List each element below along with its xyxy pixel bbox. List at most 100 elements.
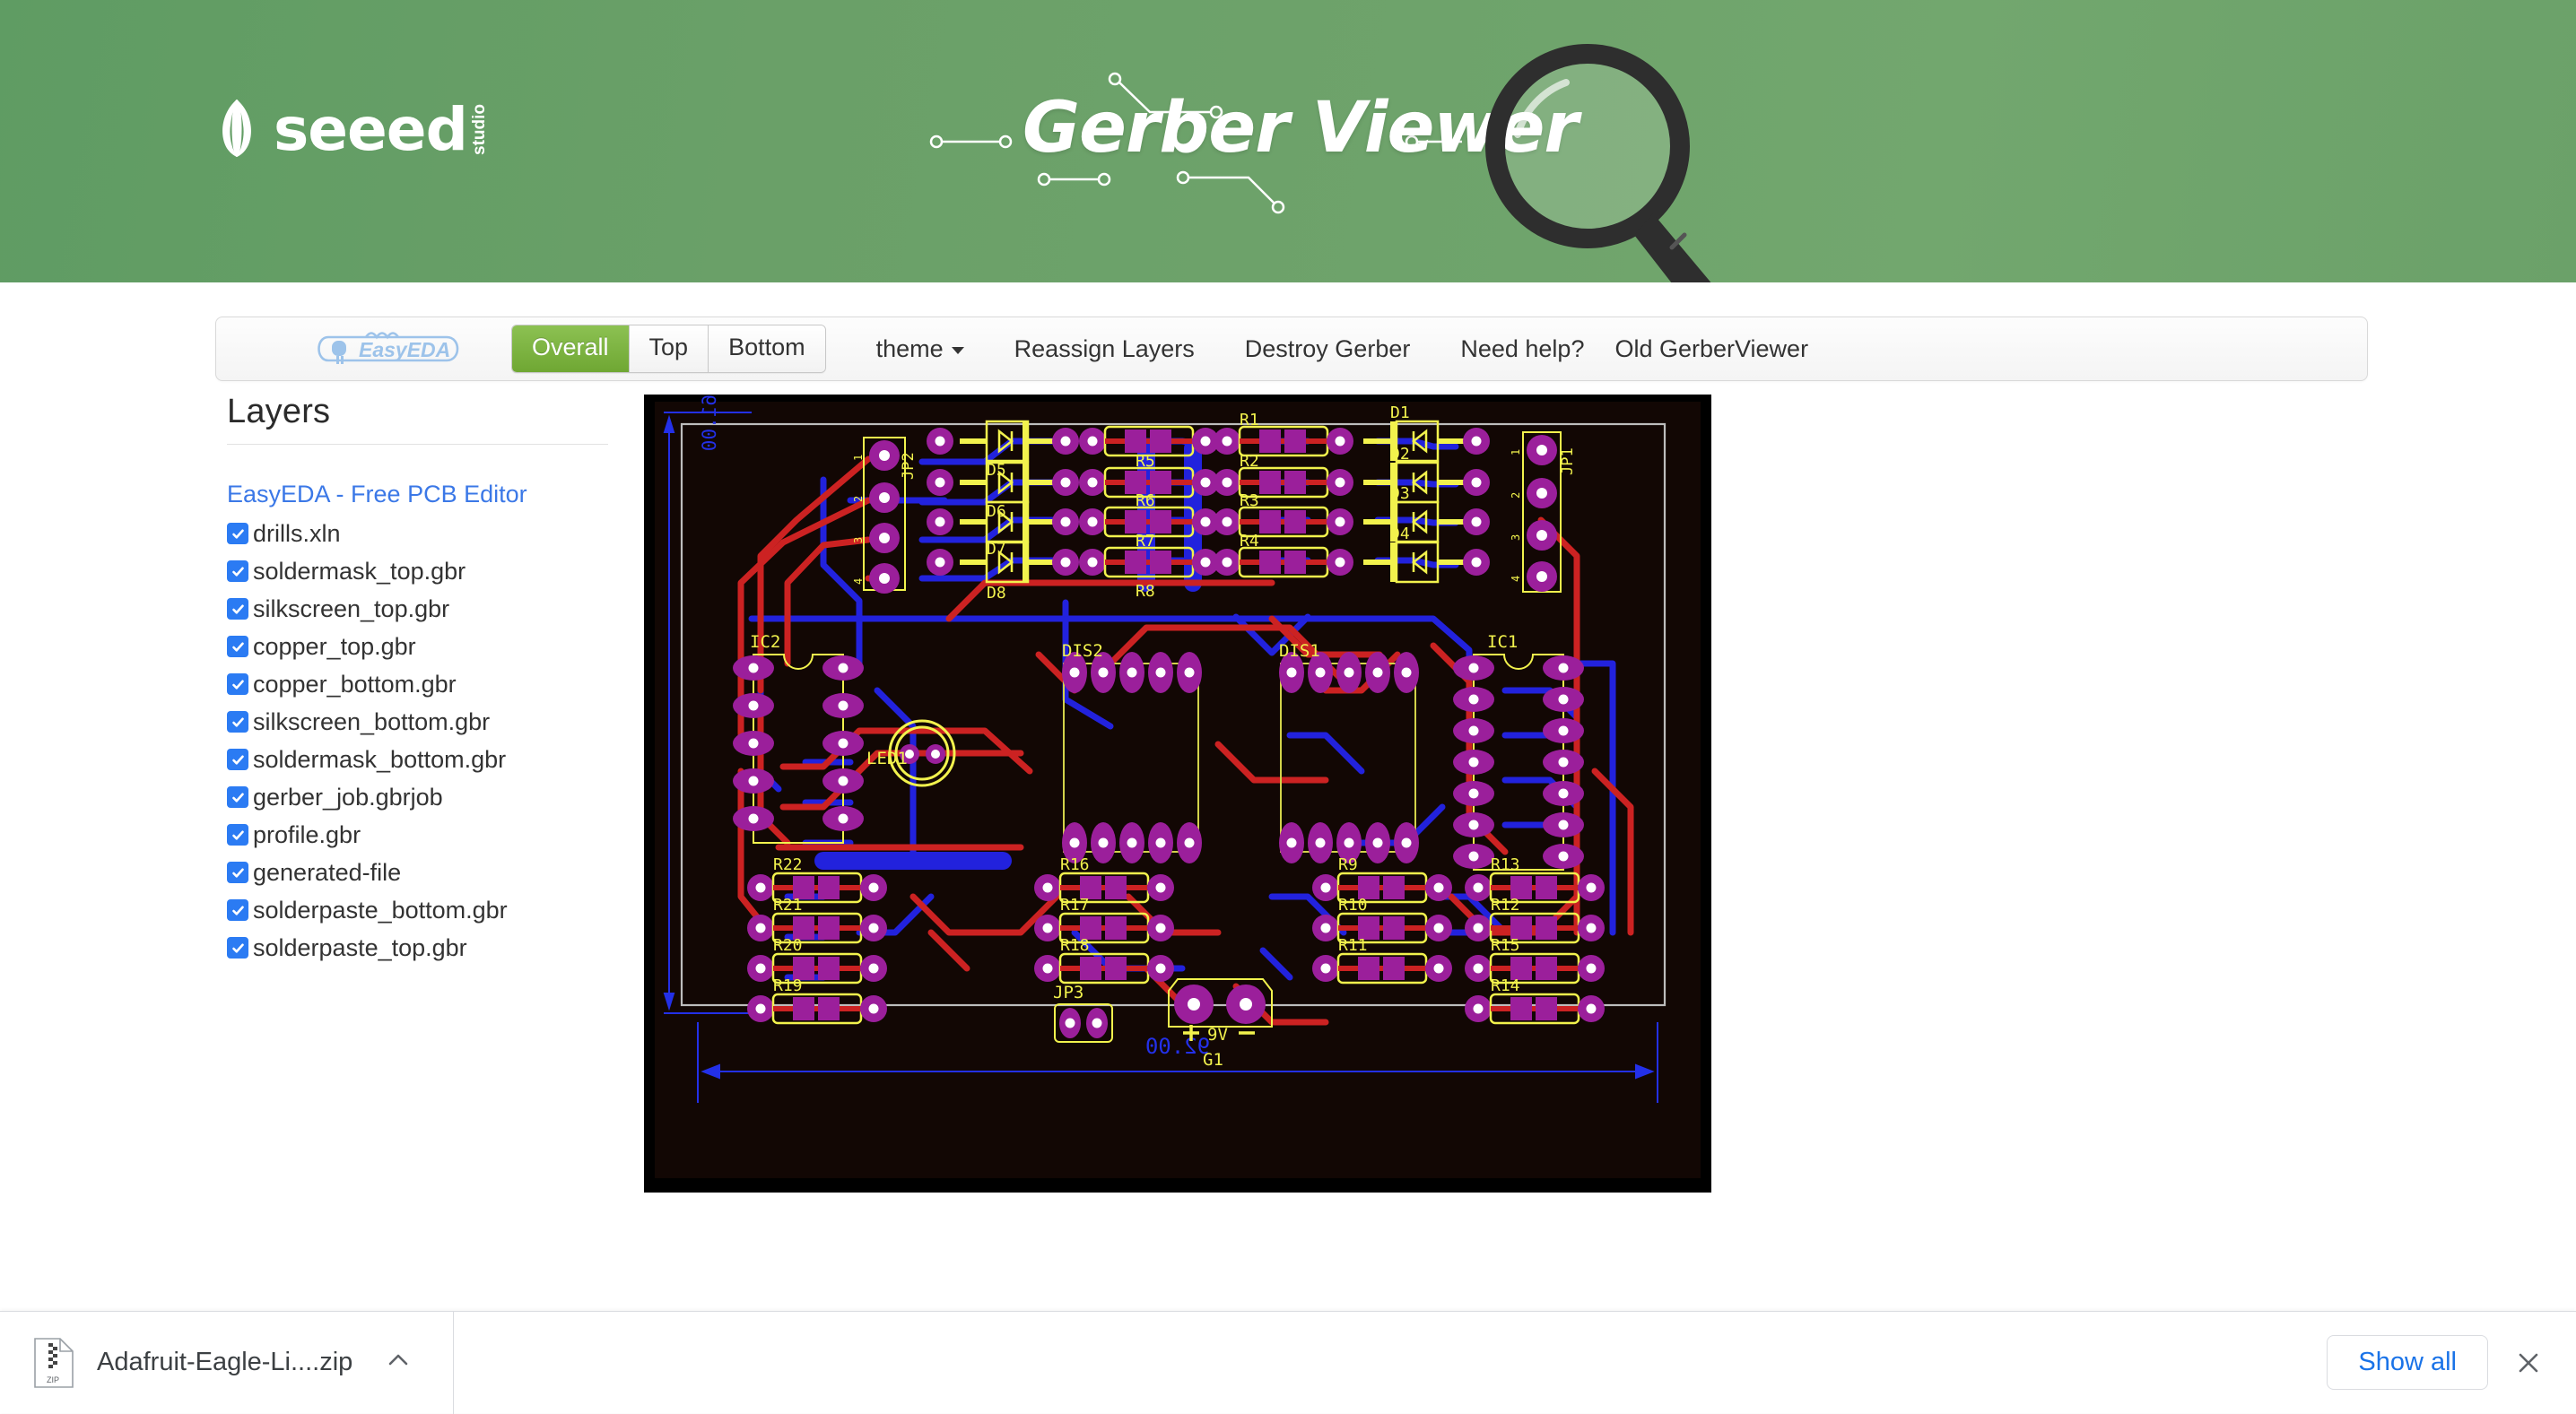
easyeda-logo[interactable]: EasyEDA bbox=[312, 328, 465, 369]
svg-text:3: 3 bbox=[852, 537, 865, 543]
layer-row[interactable]: soldermask_top.gbr bbox=[227, 553, 608, 589]
layer-row[interactable]: silkscreen_top.gbr bbox=[227, 591, 608, 627]
seeed-leaf-icon bbox=[213, 98, 261, 159]
layers-heading: Layers bbox=[227, 393, 608, 444]
svg-text:EasyEDA: EasyEDA bbox=[359, 338, 450, 361]
layer-checkbox[interactable] bbox=[227, 937, 248, 959]
page-banner: seeed studio Gerber Viewer bbox=[0, 0, 2576, 282]
svg-text:DIS1: DIS1 bbox=[1279, 641, 1320, 661]
layer-row[interactable]: gerber_job.gbrjob bbox=[227, 779, 608, 815]
svg-text:DIS2: DIS2 bbox=[1062, 641, 1103, 661]
layer-checkbox[interactable] bbox=[227, 824, 248, 846]
layer-row[interactable]: silkscreen_bottom.gbr bbox=[227, 704, 608, 740]
layer-checkbox[interactable] bbox=[227, 899, 248, 921]
layer-row[interactable]: drills.xln bbox=[227, 516, 608, 551]
zip-file-icon: ZIP bbox=[32, 1338, 74, 1388]
svg-text:JP3: JP3 bbox=[1053, 983, 1083, 1002]
view-mode-overall[interactable]: Overall bbox=[512, 325, 630, 371]
svg-text:IC1: IC1 bbox=[1487, 632, 1518, 652]
layer-checkbox[interactable] bbox=[227, 862, 248, 883]
layer-row[interactable]: profile.gbr bbox=[227, 817, 608, 853]
layer-row[interactable]: copper_bottom.gbr bbox=[227, 666, 608, 702]
layer-checkbox[interactable] bbox=[227, 636, 248, 657]
gerber-viewer-title-graphic: Gerber Viewer bbox=[915, 27, 1767, 233]
svg-text:R9: R9 bbox=[1338, 855, 1358, 874]
destroy-gerber-link[interactable]: Destroy Gerber bbox=[1245, 335, 1411, 363]
layer-row[interactable]: solderpaste_top.gbr bbox=[227, 930, 608, 966]
view-mode-group: Overall Top Bottom bbox=[511, 325, 826, 372]
svg-text:R7: R7 bbox=[1136, 532, 1155, 551]
svg-text:R13: R13 bbox=[1491, 855, 1520, 874]
download-actions: Show all bbox=[2327, 1335, 2544, 1390]
svg-text:R22: R22 bbox=[773, 855, 803, 874]
layer-checkbox[interactable] bbox=[227, 711, 248, 733]
svg-text:LED1: LED1 bbox=[866, 749, 908, 768]
svg-text:R2: R2 bbox=[1240, 452, 1259, 471]
layer-checkbox[interactable] bbox=[227, 523, 248, 544]
layer-checkbox[interactable] bbox=[227, 749, 248, 770]
reassign-layers-link[interactable]: Reassign Layers bbox=[1014, 335, 1195, 363]
svg-text:4: 4 bbox=[1510, 576, 1522, 582]
svg-text:R8: R8 bbox=[1136, 582, 1155, 601]
svg-text:2: 2 bbox=[852, 496, 865, 502]
layer-row[interactable]: solderpaste_bottom.gbr bbox=[227, 892, 608, 928]
download-file-name: Adafruit-Eagle-Li....zip bbox=[97, 1348, 352, 1377]
layer-label: solderpaste_bottom.gbr bbox=[253, 897, 508, 924]
svg-text:JP1: JP1 bbox=[1559, 447, 1577, 475]
theme-dropdown[interactable]: theme bbox=[876, 335, 964, 363]
svg-text:D6: D6 bbox=[987, 502, 1006, 521]
chevron-down-icon bbox=[952, 347, 964, 354]
layer-checkbox[interactable] bbox=[227, 598, 248, 620]
layer-label: drills.xln bbox=[253, 520, 341, 548]
layer-label: gerber_job.gbrjob bbox=[253, 784, 443, 811]
dimension-height-label: 61.00 bbox=[699, 395, 720, 451]
chevron-up-icon[interactable] bbox=[383, 1345, 413, 1380]
layer-label: soldermask_top.gbr bbox=[253, 558, 466, 586]
show-all-button[interactable]: Show all bbox=[2327, 1335, 2488, 1390]
svg-text:IC2: IC2 bbox=[750, 632, 780, 652]
view-mode-bottom[interactable]: Bottom bbox=[709, 325, 825, 371]
layer-label: solderpaste_top.gbr bbox=[253, 934, 467, 962]
svg-text:R1: R1 bbox=[1240, 411, 1259, 429]
svg-text:D1: D1 bbox=[1390, 403, 1410, 422]
layer-label: copper_bottom.gbr bbox=[253, 671, 457, 698]
close-icon[interactable] bbox=[2513, 1348, 2544, 1378]
main-toolbar: EasyEDA Overall Top Bottom theme Reassig… bbox=[215, 317, 2368, 381]
layer-row[interactable]: copper_top.gbr bbox=[227, 629, 608, 664]
svg-text:9V: 9V bbox=[1207, 1025, 1228, 1045]
svg-text:D4: D4 bbox=[1390, 525, 1410, 543]
svg-text:G1: G1 bbox=[1203, 1050, 1223, 1070]
gerber-pcb-viewport[interactable]: 61.00 92.00 bbox=[644, 395, 1711, 1193]
layers-sidebar: Layers EasyEDA - Free PCB Editor drills.… bbox=[227, 393, 608, 967]
easyeda-promo-link[interactable]: EasyEDA - Free PCB Editor bbox=[227, 481, 608, 508]
svg-text:R4: R4 bbox=[1240, 532, 1259, 551]
svg-text:1: 1 bbox=[1510, 449, 1522, 455]
view-mode-top[interactable]: Top bbox=[630, 325, 709, 371]
theme-label: theme bbox=[876, 335, 944, 363]
layer-label: copper_top.gbr bbox=[253, 633, 416, 661]
svg-text:D2: D2 bbox=[1390, 445, 1410, 464]
svg-text:R21: R21 bbox=[773, 896, 803, 915]
seeed-studio-logo: seeed studio bbox=[213, 94, 490, 159]
old-gerberviewer-link[interactable]: Old GerberViewer bbox=[1614, 335, 1808, 363]
easyeda-logo-icon: EasyEDA bbox=[312, 328, 465, 369]
layer-checkbox[interactable] bbox=[227, 560, 248, 582]
layer-checkbox[interactable] bbox=[227, 673, 248, 695]
layer-row[interactable]: generated-file bbox=[227, 854, 608, 890]
svg-text:4: 4 bbox=[852, 578, 865, 585]
divider bbox=[227, 444, 608, 445]
svg-text:2: 2 bbox=[1510, 492, 1522, 499]
layer-row[interactable]: soldermask_bottom.gbr bbox=[227, 742, 608, 777]
layer-label: generated-file bbox=[253, 859, 401, 887]
need-help-link[interactable]: Need help? bbox=[1460, 335, 1584, 363]
svg-text:R14: R14 bbox=[1491, 976, 1520, 995]
download-item[interactable]: ZIP Adafruit-Eagle-Li....zip bbox=[32, 1312, 454, 1414]
svg-text:R12: R12 bbox=[1491, 896, 1520, 915]
svg-text:R18: R18 bbox=[1060, 936, 1090, 955]
magnifier-icon bbox=[1453, 36, 1758, 282]
svg-text:D3: D3 bbox=[1390, 484, 1410, 503]
svg-text:ZIP: ZIP bbox=[47, 1375, 59, 1384]
svg-text:R19: R19 bbox=[773, 976, 803, 995]
svg-text:R20: R20 bbox=[773, 936, 803, 955]
layer-checkbox[interactable] bbox=[227, 786, 248, 808]
